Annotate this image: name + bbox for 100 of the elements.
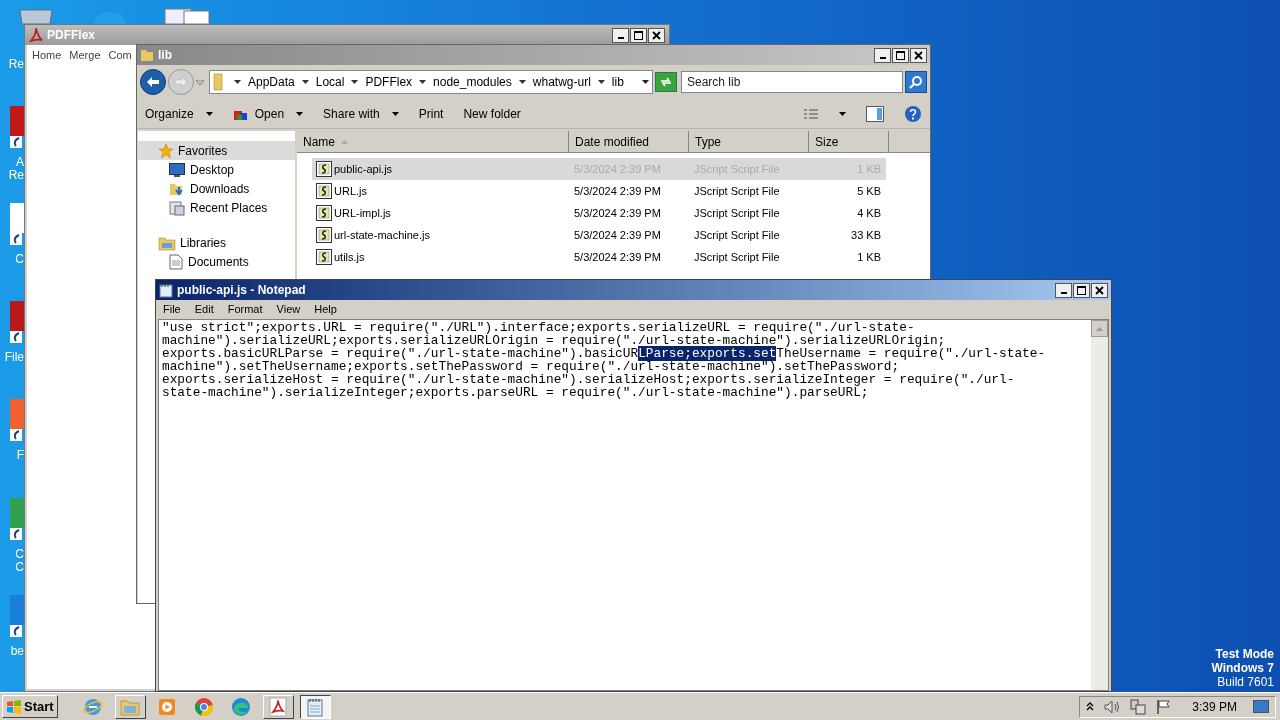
file-size: 1 KB	[856, 249, 881, 265]
recent-places-icon	[169, 199, 185, 216]
file-row[interactable]: utils.js 5/3/2024 2:39 PM JScript Script File 1 KB	[312, 246, 886, 268]
file-row[interactable]: URL.js 5/3/2024 2:39 PM JScript Script File 5 KB	[312, 180, 886, 202]
caret-icon	[391, 111, 399, 116]
os-notice-text: Build 7601	[1217, 675, 1274, 689]
scrollbar[interactable]	[1091, 320, 1108, 690]
minimize-button[interactable]	[612, 27, 629, 43]
file-type: JScript Script File	[693, 249, 781, 265]
chevron-up-icon	[1086, 702, 1095, 711]
toolbar-button[interactable]: New folder	[463, 104, 521, 123]
menu-item[interactable]: View	[276, 301, 301, 318]
clock[interactable]: 3:39 PM	[1192, 697, 1237, 716]
file-name: utils.js	[334, 249, 365, 265]
breadcrumb[interactable]: node_modules	[433, 73, 512, 91]
flag-icon	[1156, 698, 1173, 715]
minimize-button[interactable]	[1055, 282, 1072, 298]
caret-icon	[296, 111, 304, 116]
nav-item[interactable]: Favorites	[138, 141, 295, 160]
caret-icon	[642, 80, 649, 84]
os-notice-text: Windows 7	[1211, 661, 1274, 675]
search-button[interactable]	[905, 71, 927, 93]
script-file-icon	[316, 205, 332, 221]
minimize-button[interactable]	[874, 47, 891, 63]
maximize-button[interactable]	[630, 27, 647, 43]
shortcut-icon	[10, 498, 24, 540]
toolbar-button[interactable]: Organize	[145, 104, 213, 123]
menu-item[interactable]: File	[163, 301, 181, 318]
file-name: URL.js	[334, 183, 367, 199]
column-header[interactable]: Date modified	[569, 131, 689, 153]
caret-icon	[518, 80, 526, 84]
file-date: 5/3/2024 2:39 PM	[573, 183, 662, 199]
close-button[interactable]	[910, 47, 927, 63]
search-field[interactable]: Search lib	[681, 71, 903, 93]
view-options-icon	[803, 107, 819, 120]
media-player-icon	[158, 697, 177, 716]
code-text: exports.serializeHost = require("./url-state-machine").serializeHost;exports.serializeInteger = require("./url-	[162, 372, 1015, 387]
file-date: 5/3/2024 2:39 PM	[573, 205, 662, 221]
caret-icon	[839, 111, 846, 116]
file-row[interactable]: url-state-machine.js 5/3/2024 2:39 PM JScript Script File 33 KB	[312, 224, 886, 246]
caret-icon	[351, 80, 359, 84]
column-header[interactable]: Type	[689, 131, 809, 153]
code-text: TheUsername = require("./url-state-	[776, 346, 1046, 361]
menu-item[interactable]: Help	[314, 301, 337, 318]
toolbar-button[interactable]: Open	[232, 104, 304, 123]
close-icon	[1095, 285, 1104, 295]
maximize-button[interactable]	[892, 47, 909, 63]
shortcut-icon	[10, 301, 24, 343]
refresh-icon	[659, 76, 673, 88]
column-header[interactable]: Size	[809, 131, 889, 153]
maximize-button[interactable]	[1073, 282, 1090, 298]
network-icon	[1130, 698, 1147, 715]
shortcut-icon	[10, 399, 24, 441]
address-bar[interactable]: AppData Local PDFFlex node_modules whatwg-url lib	[209, 70, 653, 94]
toolbar-button[interactable]: Share with	[323, 104, 399, 123]
menu-item[interactable]: Format	[227, 301, 263, 318]
menu-item[interactable]: Edit	[194, 301, 214, 318]
menu-item[interactable]: Com	[108, 46, 132, 64]
menu-item[interactable]: Merge	[69, 46, 101, 64]
code-text: exports.basicURLParse = require("./url-state-machine").basicUR	[162, 346, 639, 361]
notepad-icon	[306, 696, 325, 717]
menu-item[interactable]: Home	[32, 46, 62, 64]
show-desktop-icon	[1253, 699, 1269, 714]
column-header[interactable]: Name	[297, 131, 569, 153]
close-button[interactable]	[1091, 282, 1108, 298]
search-icon	[909, 75, 923, 89]
refresh-button[interactable]	[655, 72, 677, 92]
browser-e-icon	[83, 696, 104, 717]
toolbar-button[interactable]: Print	[418, 104, 444, 123]
monitor-icon	[169, 162, 185, 177]
breadcrumb[interactable]: AppData	[248, 73, 295, 91]
breadcrumb[interactable]: lib	[611, 73, 624, 91]
pdf-icon	[269, 696, 288, 717]
close-button[interactable]	[648, 27, 665, 43]
edge-icon	[231, 696, 252, 717]
window-title: lib	[158, 47, 173, 64]
file-type: JScript Script File	[693, 205, 781, 221]
caret-icon	[205, 111, 213, 116]
sort-arrow-icon	[341, 139, 348, 144]
nav-item[interactable]: Recent Places	[138, 198, 295, 217]
file-type: JScript Script File	[693, 227, 781, 243]
caret-icon	[419, 80, 427, 84]
star-icon	[158, 142, 174, 159]
nav-item[interactable]: Libraries	[138, 233, 295, 252]
file-type: JScript Script File	[693, 183, 781, 199]
breadcrumb[interactable]: whatwg-url	[532, 73, 591, 91]
nav-item[interactable]: Desktop	[138, 160, 295, 179]
folder-icon	[140, 48, 154, 62]
maximize-icon	[1077, 285, 1086, 295]
nav-item[interactable]: Downloads	[138, 179, 295, 198]
nav-item[interactable]: Documents	[138, 252, 295, 271]
shortcut-icon	[10, 203, 24, 245]
taskbar-app[interactable]	[299, 694, 331, 719]
start-button[interactable]: Start	[2, 695, 58, 718]
back-button[interactable]	[140, 69, 166, 95]
file-row[interactable]: URL-impl.js 5/3/2024 2:39 PM JScript Script File 4 KB	[312, 202, 886, 224]
preview-pane-icon	[866, 105, 884, 122]
breadcrumb[interactable]: PDFFlex	[365, 73, 413, 91]
breadcrumb[interactable]: Local	[315, 73, 345, 91]
script-file-icon	[316, 183, 332, 199]
